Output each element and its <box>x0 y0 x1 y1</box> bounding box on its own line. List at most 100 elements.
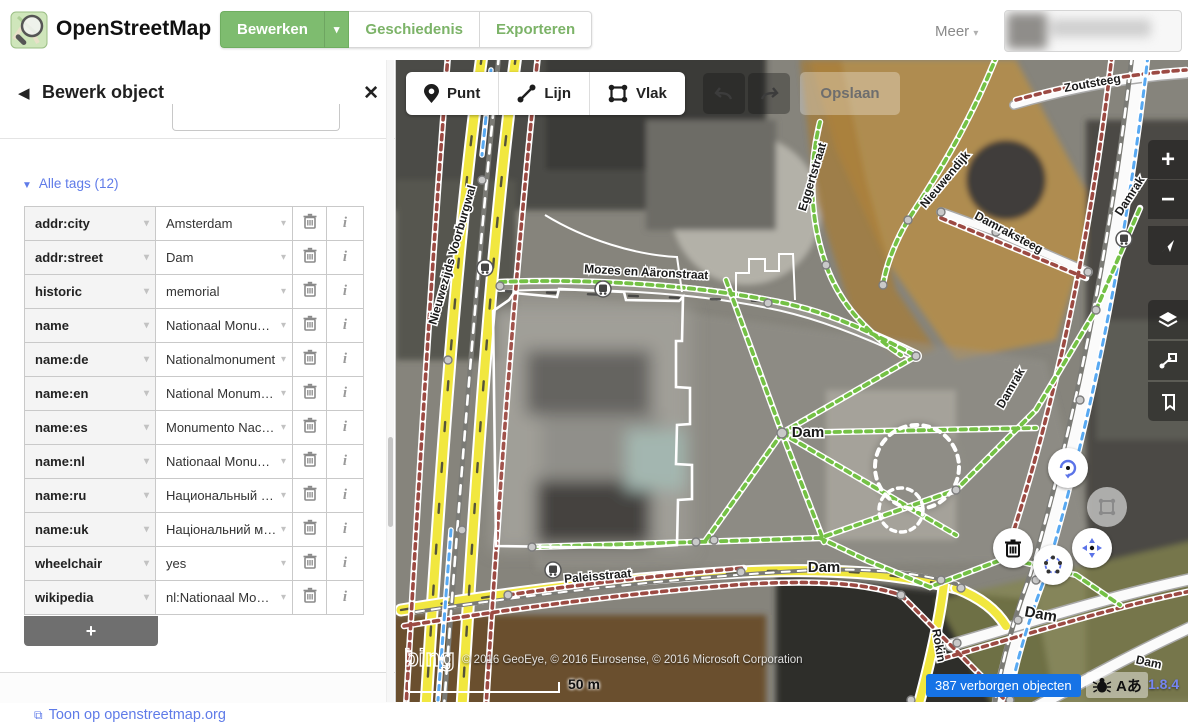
tag-info-button[interactable]: i <box>327 581 363 614</box>
trash-icon <box>303 383 317 404</box>
scrollbar-thumb[interactable] <box>388 437 393 527</box>
history-button[interactable]: Geschiedenis <box>349 11 480 48</box>
dropdown-caret-icon: ▾ <box>144 558 149 569</box>
delete-tag-button[interactable] <box>293 479 327 512</box>
trash-icon <box>303 349 317 370</box>
tag-value-field[interactable]: nl:Nationaal Mo…▾ <box>156 581 293 614</box>
delete-feature-button[interactable] <box>993 528 1033 568</box>
draw-area-button[interactable]: Vlak <box>590 72 685 115</box>
tag-key-field[interactable]: historic▾ <box>25 275 156 308</box>
tag-info-button[interactable]: i <box>327 513 363 546</box>
tag-value-field[interactable]: Національний м…▾ <box>156 513 293 546</box>
tag-key-field[interactable]: wikipedia▾ <box>25 581 156 614</box>
close-icon[interactable]: ✕ <box>363 82 379 105</box>
feedback-locale-strip: Aあ <box>1086 672 1148 698</box>
tag-key-field[interactable]: name:de▾ <box>25 343 156 376</box>
hidden-objects-badge[interactable]: 387 verborgen objecten <box>926 674 1081 697</box>
tag-key-field[interactable]: name:es▾ <box>25 411 156 444</box>
save-button[interactable]: Opslaan <box>800 72 900 115</box>
delete-tag-button[interactable] <box>293 445 327 478</box>
translate-icon[interactable]: Aあ <box>1116 675 1142 696</box>
tag-info-button[interactable]: i <box>327 445 363 478</box>
user-account-button[interactable] <box>1004 10 1182 52</box>
tag-value-field[interactable]: memorial▾ <box>156 275 293 308</box>
map-canvas[interactable]: ZoutsteegNieuwendijkDamraksteegDamrakDam… <box>396 60 1188 702</box>
trash-icon <box>303 281 317 302</box>
more-menu[interactable]: Meer ▾ <box>935 23 978 40</box>
zoom-in-button[interactable]: + <box>1148 140 1188 179</box>
tag-value-field[interactable]: Nationaal Monu…▾ <box>156 445 293 478</box>
sidebar-scrollbar[interactable] <box>386 60 394 702</box>
rotate-feature-button[interactable] <box>1048 448 1088 488</box>
trash-icon <box>303 315 317 336</box>
draw-line-button[interactable]: Lijn <box>499 72 590 115</box>
tag-info-button[interactable]: i <box>327 309 363 342</box>
tag-key-field[interactable]: addr:street▾ <box>25 241 156 274</box>
delete-tag-button[interactable] <box>293 377 327 410</box>
trash-icon <box>303 213 317 234</box>
bug-report-icon[interactable] <box>1092 676 1112 694</box>
delete-tag-button[interactable] <box>293 343 327 376</box>
circularize-button[interactable] <box>1033 545 1073 585</box>
background-settings-button[interactable] <box>1148 300 1188 339</box>
edit-button[interactable]: Bewerken <box>220 11 324 48</box>
delete-tag-button[interactable] <box>293 241 327 274</box>
tag-value-field[interactable]: Nationaal Monu…▾ <box>156 309 293 342</box>
tag-key-field[interactable]: name:uk▾ <box>25 513 156 546</box>
tag-info-button[interactable]: i <box>327 479 363 512</box>
delete-tag-button[interactable] <box>293 309 327 342</box>
back-icon[interactable]: ◀ <box>18 84 30 102</box>
orthogonalize-button[interactable] <box>1087 487 1127 527</box>
tag-info-button[interactable]: i <box>327 377 363 410</box>
tag-info-button[interactable]: i <box>327 241 363 274</box>
all-tags-toggle[interactable]: ▼ Alle tags (12) <box>22 176 118 191</box>
clipped-form-field[interactable] <box>172 104 340 131</box>
tag-info-button[interactable]: i <box>327 411 363 444</box>
tag-info-button[interactable]: i <box>327 275 363 308</box>
redo-button[interactable] <box>748 73 790 114</box>
dropdown-caret-icon: ▾ <box>281 558 286 569</box>
tag-value-field[interactable]: National Monum…▾ <box>156 377 293 410</box>
delete-tag-button[interactable] <box>293 275 327 308</box>
info-icon: i <box>343 351 347 368</box>
map-data-button[interactable] <box>1148 341 1188 380</box>
delete-tag-button[interactable] <box>293 547 327 580</box>
delete-tag-button[interactable] <box>293 207 327 240</box>
delete-tag-button[interactable] <box>293 411 327 444</box>
delete-tag-button[interactable] <box>293 513 327 546</box>
tag-key-field[interactable]: name:nl▾ <box>25 445 156 478</box>
tag-value-field[interactable]: Amsterdam▾ <box>156 207 293 240</box>
tag-key-field[interactable]: wheelchair▾ <box>25 547 156 580</box>
tag-info-button[interactable]: i <box>327 207 363 240</box>
trash-icon <box>303 417 317 438</box>
tag-value-field[interactable]: Национальный …▾ <box>156 479 293 512</box>
orthogonalize-icon <box>1096 496 1118 518</box>
help-button[interactable] <box>1148 382 1188 421</box>
edit-dropdown-caret-icon[interactable]: ▾ <box>324 11 350 48</box>
delete-tag-button[interactable] <box>293 581 327 614</box>
tag-row: name:en▾National Monum…▾ i <box>25 377 363 411</box>
tag-key-field[interactable]: name:en▾ <box>25 377 156 410</box>
zoom-out-button[interactable]: − <box>1148 180 1188 219</box>
trash-icon <box>303 519 317 540</box>
tag-info-button[interactable]: i <box>327 343 363 376</box>
view-on-osm-link[interactable]: ⧉Toon op openstreetmap.org <box>34 707 226 723</box>
tag-key-field[interactable]: addr:city▾ <box>25 207 156 240</box>
tag-row: name:nl▾Nationaal Monu…▾ i <box>25 445 363 479</box>
export-button[interactable]: Exporteren <box>480 11 592 48</box>
tag-info-button[interactable]: i <box>327 547 363 580</box>
street-label: Dam <box>808 559 841 576</box>
move-feature-button[interactable] <box>1072 528 1112 568</box>
add-tag-button[interactable]: + <box>24 616 158 646</box>
tag-value-field[interactable]: Monumento Nac…▾ <box>156 411 293 444</box>
version-label[interactable]: 1.8.4 <box>1148 676 1179 692</box>
undo-button[interactable] <box>703 73 745 114</box>
tag-value-field[interactable]: Nationalmonument▾ <box>156 343 293 376</box>
tag-key-field[interactable]: name:ru▾ <box>25 479 156 512</box>
tag-value-field[interactable]: yes▾ <box>156 547 293 580</box>
geolocate-button[interactable] <box>1148 226 1188 265</box>
tag-table: addr:city▾Amsterdam▾ i addr:street▾Dam▾ i hi… <box>24 206 364 615</box>
draw-point-button[interactable]: Punt <box>406 72 499 115</box>
tag-value-field[interactable]: Dam▾ <box>156 241 293 274</box>
tag-key-field[interactable]: name▾ <box>25 309 156 342</box>
